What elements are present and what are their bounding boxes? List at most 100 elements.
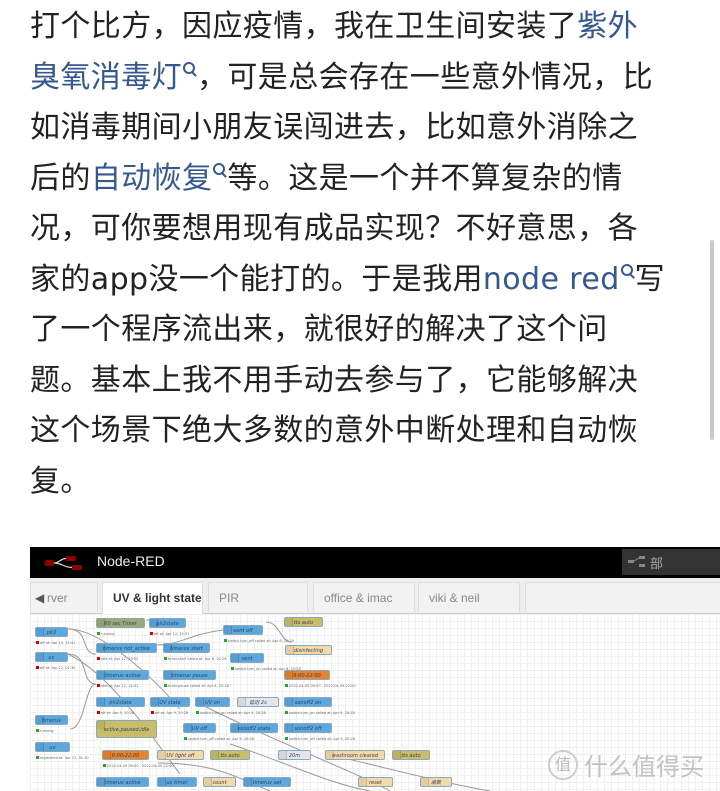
node-type-icon [36, 653, 44, 661]
text-line: 如消毒期间小朋友误闯进去，比如意外消除之 [30, 103, 690, 154]
text-line: 这个场景下绝大多数的意外中断处理和自动恢 [30, 406, 690, 457]
flow-node[interactable]: vent off switch.turn_off called at: Apr 8… [223, 625, 294, 643]
keyword-link[interactable]: 自动恢复 [91, 161, 213, 196]
flow-node[interactable]: timeruv pause timer.pause called at: Apr … [163, 670, 229, 688]
search-icon[interactable] [183, 61, 197, 76]
flow-node[interactable]: tts auto [392, 750, 430, 760]
keyword-link[interactable]: 紫外 [577, 9, 638, 44]
node-status: switch.turn_off called at: Apr 9, 20:28 [184, 734, 254, 744]
flow-node[interactable]: uv timer [157, 777, 197, 787]
tab-pir[interactable]: PIR [208, 582, 308, 612]
text-segment: 了一个程序流出来，就很好的解决了这个问 [30, 312, 608, 347]
flow-node[interactable]: timeruv set [243, 777, 291, 787]
flow-node[interactable]: count [203, 777, 236, 787]
keyword-link[interactable]: 臭氧消毒灯 [30, 60, 182, 95]
node-type-icon [158, 751, 166, 759]
flow-node[interactable]: pir2state off at: Apr 9, 20:28 [96, 697, 145, 715]
text-line: 况，可你要想用现有成品实现？不好意思，各 [30, 204, 690, 255]
node-type-icon [231, 654, 239, 662]
flow-node[interactable]: tts auto [210, 750, 250, 760]
text-line: 后的自动恢复 等。这是一个并不算复杂的情 [30, 154, 690, 205]
node-label: washroom cleared [331, 753, 379, 759]
text-segment: 后的 [30, 160, 91, 196]
node-type-icon [158, 778, 166, 786]
flow-node[interactable]: 9:00-22:00 2022-04-09 09:00 - 2022-04-09 … [102, 750, 174, 768]
flow-node[interactable]: timeruv start timer.start called at: Apr … [163, 643, 226, 661]
flow-node[interactable]: timeruv active idle at: Apr 12, 15:41 [96, 670, 149, 688]
node-type-icon [393, 751, 401, 759]
flow-node[interactable]: 函数 [420, 777, 452, 787]
flow-node[interactable]: washroom cleared [325, 750, 385, 760]
flow-node[interactable]: 延迟 2s [237, 697, 279, 707]
node-type-icon [164, 644, 172, 652]
node-status: switch.turn_off called at: Apr 8, 20:29 [224, 636, 294, 646]
flow-node[interactable]: uv off at: Apr 12, 01:30 [35, 652, 75, 670]
search-icon[interactable] [620, 263, 635, 278]
scrollbar[interactable] [710, 240, 714, 440]
flow-node[interactable]: UV light off [157, 750, 204, 760]
node-type-icon [97, 644, 105, 652]
node-type-icon [238, 698, 246, 706]
node-type-icon [231, 724, 239, 732]
node-type-icon [97, 721, 105, 729]
node-type-icon [286, 646, 294, 654]
flow-node[interactable]: UV state off at: Apr 9, 20:28 [150, 697, 190, 715]
flow-node[interactable]: timeruv not_active idle at: Apr 12, 15:52 [96, 643, 157, 661]
tab-label: viki & neil [429, 591, 480, 605]
node-label: 延迟 2s [249, 700, 267, 706]
node-label: 60 sec Timer [104, 621, 137, 627]
flow-node[interactable]: 20m [278, 750, 311, 760]
text-segment: 况，可你要想用现有成品实现？不好意思，各 [30, 211, 638, 246]
node-label: tts auto [293, 620, 314, 626]
node-type-icon [204, 778, 212, 786]
node-label: 9:00-22:00 [111, 753, 140, 759]
flow-node[interactable]: vent switch.turn_on called at: Apr 8, 20:… [230, 653, 301, 671]
deploy-icon [628, 556, 645, 567]
node-type-icon [103, 751, 111, 759]
node-status: 2022-04-09 09:00 - 2022-04-09 22:00 [285, 681, 356, 691]
flow-node[interactable]: sonoff2 off switch.turn_off called at: Ap… [284, 723, 355, 741]
flow-node[interactable]: UV on switch.turn_on called at: Apr 9, 20… [195, 697, 266, 715]
flow-node[interactable]: reset [358, 777, 393, 787]
keyword-link[interactable]: node red [483, 262, 620, 297]
flow-node[interactable]: uv registered at: Apr 12, 01:30 [35, 742, 89, 760]
flow-node[interactable]: sonoff2 state [230, 723, 278, 733]
tab-uv-light-state[interactable]: UV & light state [102, 582, 203, 614]
text-line: 臭氧消毒灯 ，可是总会存在一些意外情况，比 [30, 53, 690, 104]
flow-node[interactable]: 9:00-22:00 2022-04-09 09:00 - 2022-04-09 … [284, 670, 356, 688]
flow-node[interactable]: pir2state off at: Apr 12, 15:31 [149, 618, 189, 636]
scroll-left-icon[interactable]: ◀ [35, 583, 44, 613]
node-status: registered at: Apr 12, 01:30 [36, 753, 89, 763]
article-body: 打个比方，因应疫情，我在卫生间安装了紫外 臭氧消毒灯 ，可是总会存在一些意外情况，比… [30, 2, 690, 507]
text-segment: 题。基本上我不用手动去参与了，它能够解决 [30, 362, 638, 398]
node-type-icon [36, 743, 44, 751]
node-label: tts auto [220, 753, 240, 759]
flow-node[interactable]: sonoff2 on switch.turn_on called at: Apr … [284, 697, 355, 715]
flow-node[interactable]: tts auto [284, 617, 323, 627]
flow-node[interactable]: 60 sec Timer running [96, 618, 145, 636]
node-type-icon [326, 751, 334, 759]
text-segment: ，可是总会存在一些意外情况，比 [197, 59, 653, 95]
tab-office-imac[interactable]: office & imac [313, 582, 415, 612]
text-segment: 复。 [30, 463, 91, 499]
tab-server[interactable]: ◀ rver [30, 582, 98, 612]
tab-more[interactable] [525, 582, 720, 612]
tab-viki-neil[interactable]: viki & neil [418, 582, 520, 612]
node-type-icon [421, 778, 429, 786]
flow-node[interactable]: UV off switch.turn_off called at: Apr 9, … [183, 723, 254, 741]
tab-label: PIR [219, 591, 240, 605]
node-label: timeruv active [104, 673, 141, 679]
node-label: timeruv set [252, 780, 282, 786]
flow-node[interactable]: timeruv running [35, 715, 68, 733]
node-label: vent [241, 656, 253, 662]
flow-node[interactable]: active,paused,idle [96, 720, 157, 738]
search-icon[interactable] [213, 162, 227, 177]
node-label: UV light off [166, 753, 195, 759]
deploy-button[interactable]: 部 [622, 549, 720, 575]
node-type-icon [196, 698, 204, 706]
node-status: off at: Apr 12, 15:41 [36, 638, 75, 648]
node-label: 函数 [430, 780, 441, 786]
flow-node[interactable]: disinfecting [285, 645, 332, 655]
flow-node[interactable]: pir2 off at: Apr 12, 15:41 [35, 627, 75, 645]
flow-node[interactable]: timeruv active [96, 777, 149, 787]
